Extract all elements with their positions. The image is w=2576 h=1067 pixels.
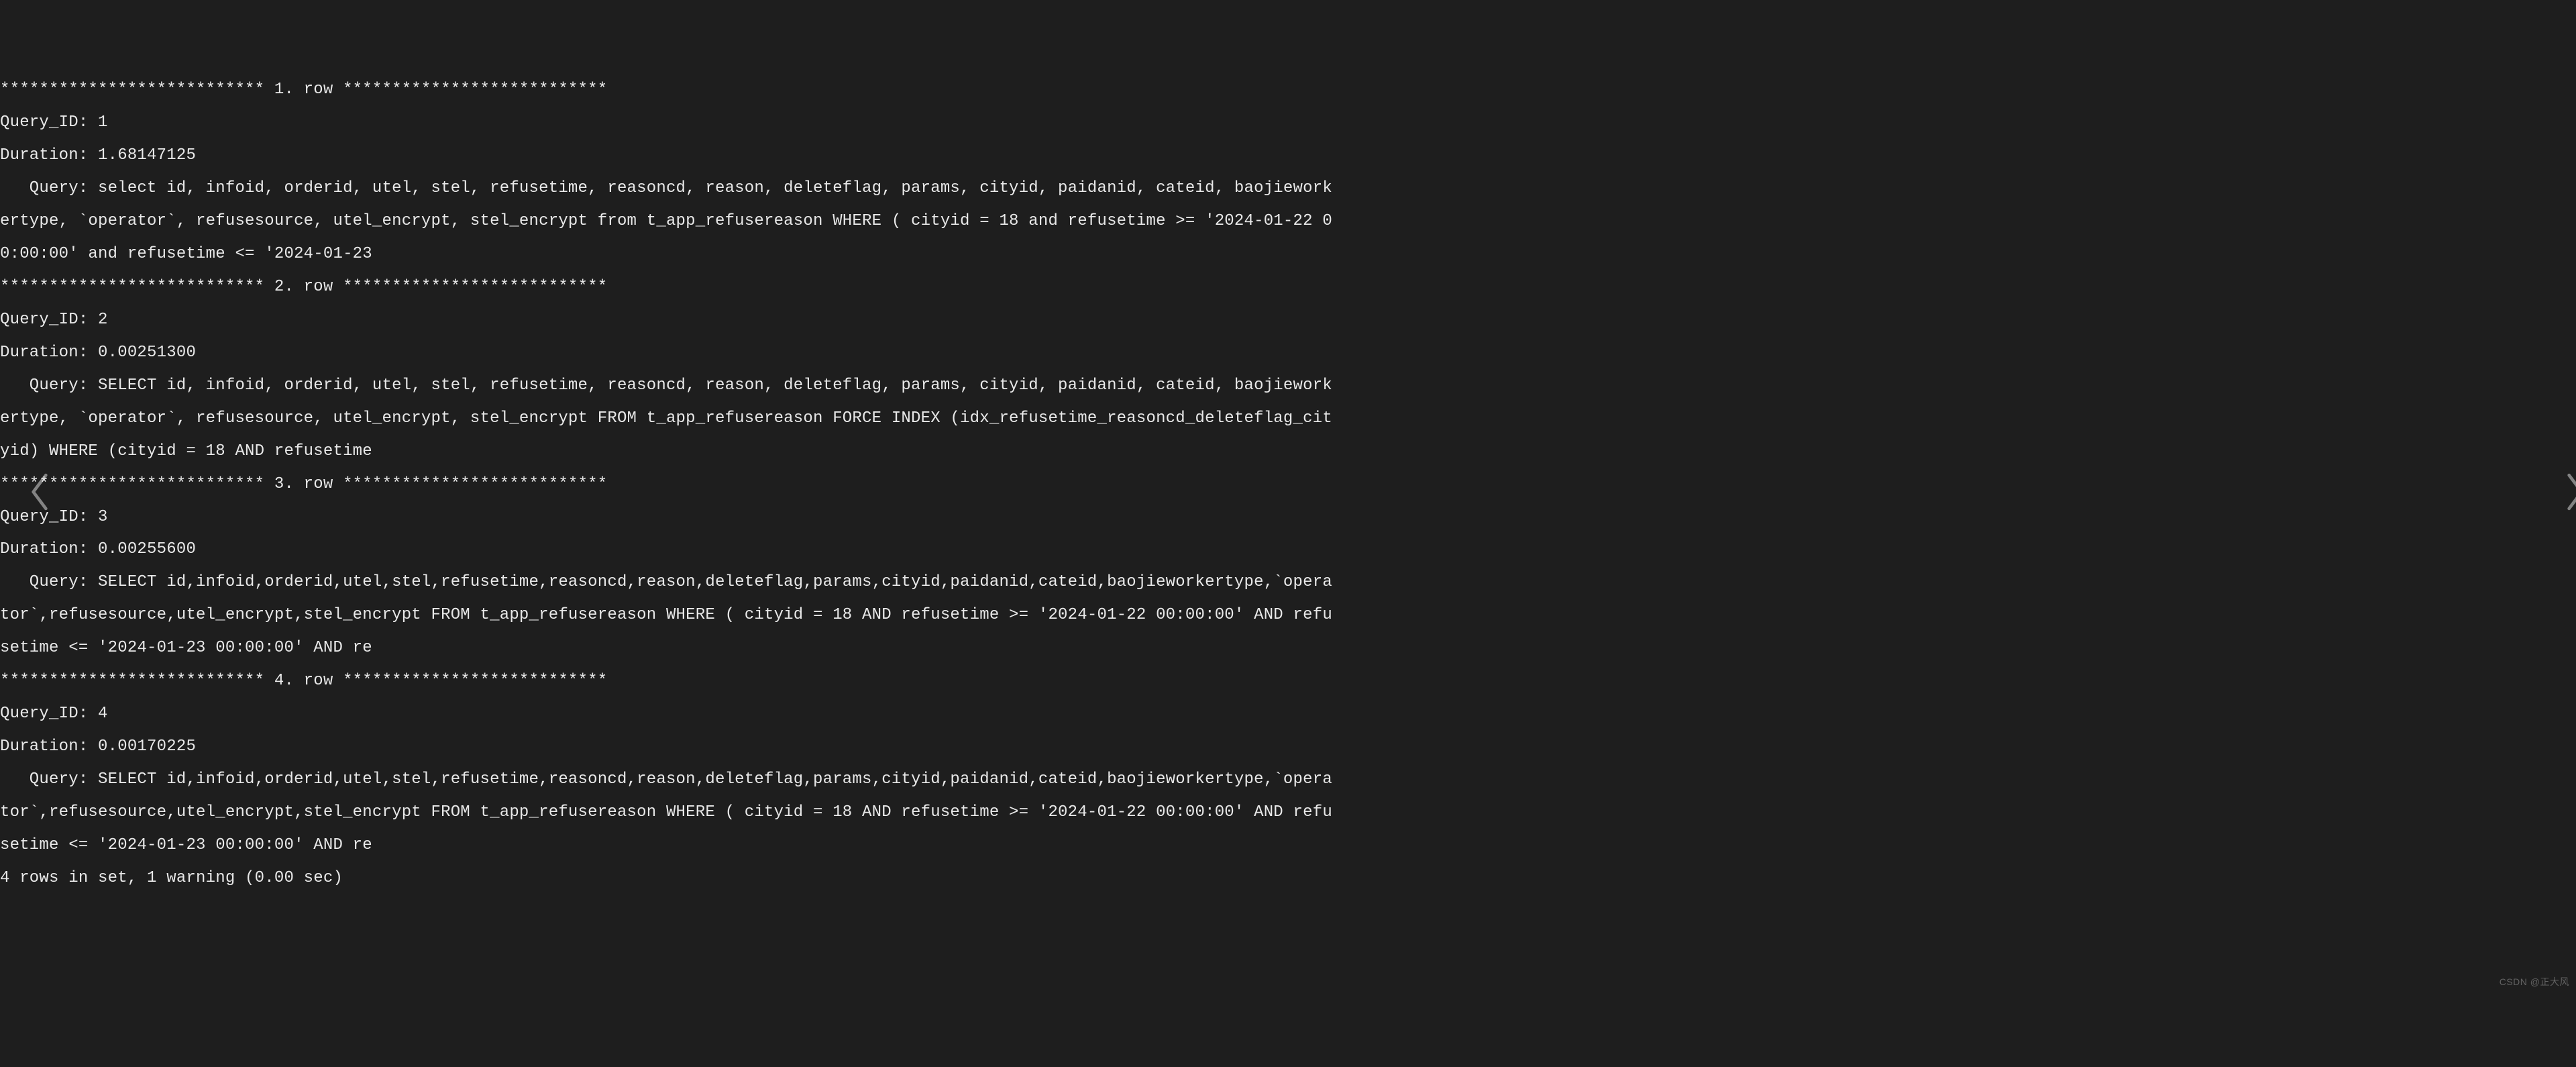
duration-line: Duration: 0.00170225: [0, 739, 2576, 755]
query-line: tor`,refusesource,utel_encrypt,stel_encr…: [0, 805, 2576, 821]
chevron-left-icon: [0, 457, 52, 532]
row-header: *************************** 2. row *****…: [0, 279, 2576, 295]
query-id-line: Query_ID: 1: [0, 115, 2576, 131]
prev-arrow[interactable]: [4, 473, 36, 516]
query-line: ertype, `operator`, refusesource, utel_e…: [0, 213, 2576, 230]
duration-line: Duration: 1.68147125: [0, 148, 2576, 164]
terminal-output: *************************** 1. row *****…: [0, 66, 2576, 903]
query-line: setime <= '2024-01-23 00:00:00' AND re: [0, 837, 2576, 854]
query-line: ertype, `operator`, refusesource, utel_e…: [0, 411, 2576, 427]
query-line: tor`,refusesource,utel_encrypt,stel_encr…: [0, 607, 2576, 623]
watermark-text: CSDN @正大风: [2500, 977, 2569, 986]
query-line: 0:00:00' and refusetime <= '2024-01-23: [0, 246, 2576, 262]
duration-line: Duration: 0.00251300: [0, 345, 2576, 361]
result-footer: 4 rows in set, 1 warning (0.00 sec): [0, 870, 2576, 886]
query-id-line: Query_ID: 4: [0, 706, 2576, 722]
query-id-line: Query_ID: 2: [0, 312, 2576, 328]
query-line: yid) WHERE (cityid = 18 AND refusetime: [0, 444, 2576, 460]
query-line: setime <= '2024-01-23 00:00:00' AND re: [0, 640, 2576, 656]
row-header: *************************** 4. row *****…: [0, 673, 2576, 689]
row-header: *************************** 3. row *****…: [0, 476, 2576, 493]
row-header: *************************** 1. row *****…: [0, 82, 2576, 98]
next-arrow[interactable]: [2540, 473, 2572, 516]
query-line: Query: SELECT id, infoid, orderid, utel,…: [0, 378, 2576, 394]
query-id-line: Query_ID: 3: [0, 509, 2576, 525]
duration-line: Duration: 0.00255600: [0, 542, 2576, 558]
query-line: Query: SELECT id,infoid,orderid,utel,ste…: [0, 574, 2576, 591]
chevron-right-icon: [2524, 457, 2576, 532]
query-line: Query: SELECT id,infoid,orderid,utel,ste…: [0, 772, 2576, 788]
query-line: Query: select id, infoid, orderid, utel,…: [0, 181, 2576, 197]
